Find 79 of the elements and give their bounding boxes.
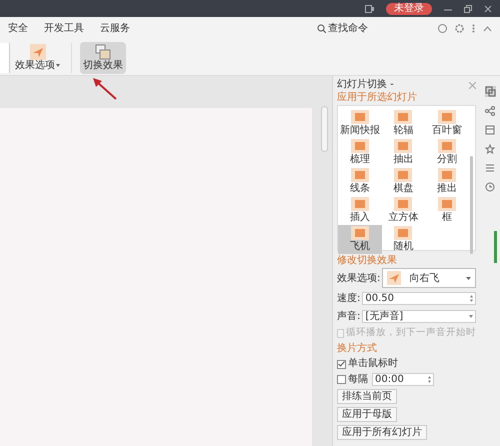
transition-option[interactable]: 新闻快报 <box>338 109 382 138</box>
transition-thumbnail-icon <box>394 110 412 124</box>
status-bar-indicator <box>494 231 497 263</box>
menu-tab[interactable]: 开发工具 <box>44 21 84 36</box>
transition-option[interactable]: 立方体 <box>382 196 426 225</box>
paper-plane-icon <box>387 271 402 285</box>
action-button[interactable]: 排练当前页 <box>337 389 397 404</box>
more-icon[interactable] <box>472 24 475 33</box>
transition-thumbnail-icon <box>350 197 369 211</box>
star-icon[interactable] <box>485 144 495 154</box>
transition-option[interactable]: 插入 <box>338 196 382 225</box>
spinner-icon <box>470 295 473 302</box>
effect-option-dropdown[interactable]: 向右飞 <box>382 268 476 288</box>
checkbox-label: 每隔 <box>348 374 368 386</box>
transition-thumbnail-icon <box>350 168 369 182</box>
transition-option[interactable]: 线条 <box>338 167 382 196</box>
scrollbar-thumb[interactable] <box>470 156 473 254</box>
history-icon[interactable] <box>485 182 495 192</box>
settings-icon[interactable] <box>455 24 464 33</box>
transition-icon[interactable] <box>484 86 496 97</box>
checkbox[interactable] <box>337 375 346 384</box>
panel-title: 幻灯片切换 - <box>337 79 394 91</box>
menu-tab[interactable]: 云服务 <box>100 21 130 36</box>
transition-thumbnail-icon <box>350 139 369 153</box>
transition-thumbnail-icon <box>438 197 456 211</box>
annotation-arrow <box>92 77 118 101</box>
archive-icon[interactable] <box>485 125 495 135</box>
transition-option[interactable]: 梳理 <box>338 138 382 167</box>
close-icon[interactable] <box>484 4 492 12</box>
speed-input[interactable]: 00.50 <box>362 292 476 305</box>
menu-tab[interactable]: 安全 <box>8 21 28 36</box>
transition-thumbnail-icon <box>438 110 456 124</box>
transition-option[interactable]: 分割 <box>425 138 469 167</box>
action-button[interactable]: 应用于所有幻灯片 <box>337 425 427 440</box>
login-badge[interactable]: 未登录 <box>386 2 432 14</box>
field-label: 声音: <box>337 310 360 324</box>
search-icon[interactable] <box>317 24 326 33</box>
transition-thumbnail-icon <box>394 226 412 240</box>
section-heading: 换片方式 <box>337 342 378 355</box>
transition-option[interactable]: 随机 <box>382 225 426 254</box>
transition-option[interactable]: 飞机 <box>338 225 382 254</box>
spinner-icon <box>428 376 431 383</box>
transition-option[interactable]: 棋盘 <box>382 167 426 196</box>
caret-icon <box>56 64 60 67</box>
field-label: 速度: <box>337 292 360 306</box>
scrollbar-thumb[interactable] <box>321 106 328 152</box>
effect-options-button[interactable]: 效果选项 <box>12 42 63 74</box>
action-button[interactable]: 应用于母版 <box>337 407 397 422</box>
collapse-icon[interactable] <box>483 26 492 32</box>
section-heading: 修改切换效果 <box>337 254 398 267</box>
restore-icon[interactable] <box>464 4 472 12</box>
close-icon[interactable] <box>469 82 476 88</box>
section-heading: 应用于所选幻灯片 <box>337 91 418 104</box>
screen-icon[interactable] <box>365 4 374 12</box>
transition-option[interactable]: 推出 <box>425 167 469 196</box>
share-icon[interactable] <box>485 106 495 116</box>
transition-option[interactable]: 框 <box>425 196 469 225</box>
field-label: 效果选项: <box>337 272 380 286</box>
sound-dropdown[interactable]: [无声音] <box>362 310 476 323</box>
transition-effect-button[interactable]: 切换效果 <box>80 42 126 74</box>
transition-option[interactable]: 轮辐 <box>382 109 426 138</box>
caret-icon <box>469 315 473 318</box>
transition-thumbnail-icon <box>394 139 412 153</box>
transition-option[interactable]: 百叶窗 <box>425 109 469 138</box>
overlapping-slides-icon <box>95 44 111 60</box>
transition-option[interactable]: 抽出 <box>382 138 426 167</box>
checkbox-label: 循环播放，到下一声音开始时 <box>346 327 476 339</box>
transition-thumbnail-icon <box>394 197 412 211</box>
checkbox-label: 单击鼠标时 <box>348 358 398 370</box>
checkbox[interactable] <box>337 360 346 368</box>
transition-thumbnail-icon <box>438 139 456 153</box>
transition-thumbnail-icon <box>350 110 369 124</box>
transition-thumbnail-icon <box>350 226 369 240</box>
transition-thumbnail-icon <box>394 168 412 182</box>
caret-icon <box>466 276 471 280</box>
search-command[interactable]: 查找命令 <box>328 21 368 36</box>
interval-input[interactable]: 00:00 <box>372 373 434 386</box>
paper-plane-icon <box>30 44 46 60</box>
transition-thumbnail-icon <box>438 168 456 182</box>
